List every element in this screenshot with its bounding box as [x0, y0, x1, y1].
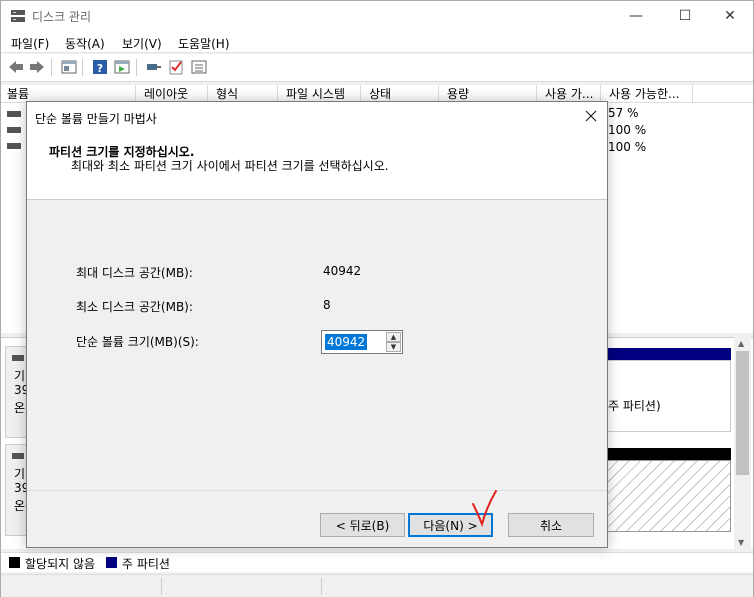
- status-bar: [1, 574, 753, 597]
- svg-text:?: ?: [97, 62, 103, 75]
- status-divider: [321, 578, 322, 595]
- dialog-header: 파티션 크기를 지정하십시오. 최대와 최소 파티션 크기 사이에서 파티션 크…: [27, 132, 607, 200]
- menu-bar: 파일(F) 동작(A) 보기(V) 도움말(H): [1, 31, 753, 53]
- disk-label: 기: [14, 369, 26, 383]
- wizard-step-description: 최대와 최소 파티션 크기 사이에서 파티션 크기를 선택하십시오.: [71, 159, 389, 173]
- volume-size-input[interactable]: 40942: [325, 334, 368, 350]
- volume-icon: [7, 143, 21, 149]
- disk-info-block[interactable]: 기 39 온: [5, 444, 29, 536]
- connect-icon[interactable]: [145, 59, 163, 75]
- red-checkmark-annotation: [472, 490, 497, 528]
- disk-icon: [12, 355, 24, 361]
- spin-up-icon[interactable]: ▲: [386, 332, 401, 342]
- list-icon[interactable]: [190, 59, 208, 75]
- disk-status: 온: [14, 499, 26, 513]
- back-button[interactable]: < 뒤로(B): [320, 513, 405, 537]
- close-button[interactable]: ✕: [707, 1, 753, 31]
- properties-icon[interactable]: [60, 59, 78, 75]
- dialog-close-button[interactable]: [581, 106, 601, 126]
- dialog-title-bar: 단순 볼륨 만들기 마법사: [27, 102, 607, 132]
- disk-icon: [12, 453, 24, 459]
- primary-partition-swatch: [106, 557, 117, 568]
- status-divider: [161, 578, 162, 595]
- help-icon[interactable]: ?: [91, 59, 109, 75]
- lower-pane-scrollbar[interactable]: ▲ ▼: [734, 337, 751, 549]
- scroll-down-icon[interactable]: ▼: [738, 538, 744, 547]
- menu-action[interactable]: 동작(A): [65, 35, 105, 52]
- toolbar-separator: [51, 59, 52, 76]
- menu-view[interactable]: 보기(V): [122, 35, 162, 52]
- close-icon: [585, 110, 597, 122]
- volume-size-stepper[interactable]: 40942 ▲ ▼: [321, 330, 403, 354]
- toolbar-separator: [82, 59, 83, 76]
- menu-help[interactable]: 도움말(H): [178, 35, 230, 52]
- unallocated-swatch: [9, 557, 20, 568]
- dialog-separator: [27, 490, 607, 491]
- window-title: 디스크 관리: [32, 10, 92, 24]
- percent-free-value: 100 %: [608, 123, 647, 137]
- disk-status: 온: [14, 401, 26, 415]
- scroll-up-icon[interactable]: ▲: [738, 339, 744, 348]
- menu-file[interactable]: 파일(F): [11, 35, 49, 52]
- scroll-thumb[interactable]: [736, 351, 749, 475]
- volume-icon: [7, 111, 21, 117]
- min-space-value: 8: [323, 298, 331, 312]
- title-bar: 디스크 관리 — ☐ ✕: [1, 1, 753, 31]
- legend-bar: 할당되지 않음 주 파티션: [1, 552, 753, 572]
- spin-down-icon[interactable]: ▼: [386, 342, 401, 352]
- check-icon[interactable]: [167, 59, 185, 75]
- percent-free-value: 57 %: [608, 106, 639, 120]
- toolbar: ?: [1, 54, 753, 82]
- max-space-value: 40942: [323, 264, 362, 278]
- new-simple-volume-wizard: 단순 볼륨 만들기 마법사 파티션 크기를 지정하십시오. 최대와 최소 파티션…: [26, 101, 608, 548]
- partition-block[interactable]: 주 파티션): [607, 360, 731, 432]
- legend-unallocated: 할당되지 않음: [25, 557, 96, 571]
- volume-icon: [7, 127, 21, 133]
- dialog-title: 단순 볼륨 만들기 마법사: [35, 112, 157, 126]
- primary-partition-bar: [607, 348, 731, 360]
- minimize-button[interactable]: —: [613, 1, 659, 31]
- legend-primary-partition: 주 파티션: [122, 557, 170, 571]
- disk-label: 기: [14, 467, 26, 481]
- unallocated-bar: [607, 448, 731, 460]
- cancel-button[interactable]: 취소: [508, 513, 594, 537]
- disk-info-block[interactable]: 기 39 온: [5, 346, 29, 438]
- percent-free-value: 100 %: [608, 140, 647, 154]
- volume-size-label: 단순 볼륨 크기(MB)(S):: [76, 335, 199, 349]
- toolbar-separator: [136, 59, 137, 76]
- max-space-label: 최대 디스크 공간(MB):: [76, 266, 193, 280]
- disk-management-icon: [11, 10, 25, 22]
- forward-icon[interactable]: [28, 59, 46, 75]
- partition-label: 주 파티션): [608, 399, 661, 413]
- back-icon[interactable]: [7, 59, 25, 75]
- unallocated-block[interactable]: [607, 460, 731, 532]
- min-space-label: 최소 디스크 공간(MB):: [76, 300, 193, 314]
- view-icon[interactable]: [113, 59, 131, 75]
- maximize-button[interactable]: ☐: [662, 1, 708, 31]
- column-percent-free[interactable]: 사용 가능한...: [601, 85, 693, 103]
